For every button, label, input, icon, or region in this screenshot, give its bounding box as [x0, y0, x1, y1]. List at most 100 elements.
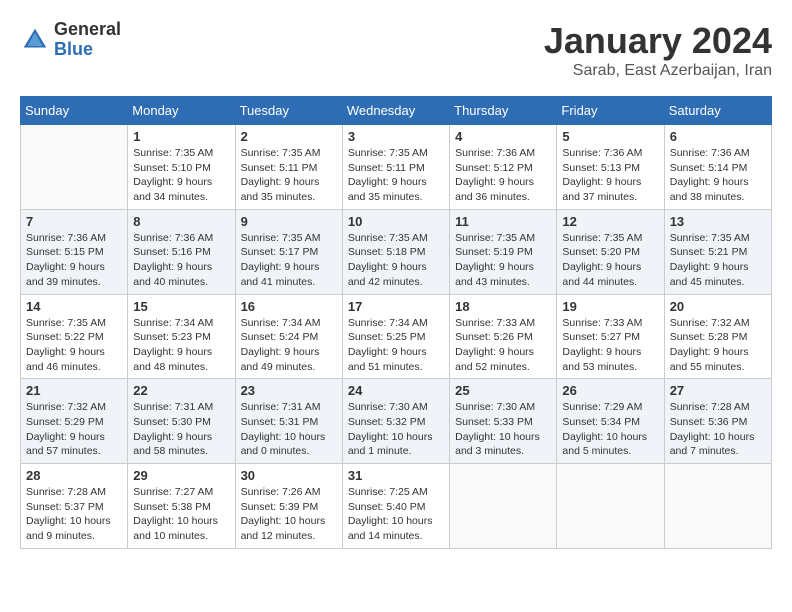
day-info: Sunrise: 7:36 AM Sunset: 5:13 PM Dayligh… [562, 146, 658, 205]
day-info: Sunrise: 7:33 AM Sunset: 5:26 PM Dayligh… [455, 316, 551, 375]
title-section: January 2024 Sarab, East Azerbaijan, Ira… [544, 20, 772, 80]
table-row: 12 Sunrise: 7:35 AM Sunset: 5:20 PM Dayl… [557, 209, 664, 294]
calendar-week-row: 7 Sunrise: 7:36 AM Sunset: 5:15 PM Dayli… [21, 209, 772, 294]
table-row: 2 Sunrise: 7:35 AM Sunset: 5:11 PM Dayli… [235, 125, 342, 210]
table-row: 19 Sunrise: 7:33 AM Sunset: 5:27 PM Dayl… [557, 294, 664, 379]
table-row: 31 Sunrise: 7:25 AM Sunset: 5:40 PM Dayl… [342, 464, 449, 549]
day-info: Sunrise: 7:30 AM Sunset: 5:32 PM Dayligh… [348, 400, 444, 459]
calendar-table: Sunday Monday Tuesday Wednesday Thursday… [20, 96, 772, 549]
table-row: 25 Sunrise: 7:30 AM Sunset: 5:33 PM Dayl… [450, 379, 557, 464]
day-number: 31 [348, 468, 444, 483]
day-number: 25 [455, 383, 551, 398]
logo-blue: Blue [54, 40, 121, 60]
day-info: Sunrise: 7:26 AM Sunset: 5:39 PM Dayligh… [241, 485, 337, 544]
day-number: 28 [26, 468, 122, 483]
day-number: 1 [133, 129, 229, 144]
table-row: 24 Sunrise: 7:30 AM Sunset: 5:32 PM Dayl… [342, 379, 449, 464]
day-info: Sunrise: 7:35 AM Sunset: 5:20 PM Dayligh… [562, 231, 658, 290]
day-info: Sunrise: 7:33 AM Sunset: 5:27 PM Dayligh… [562, 316, 658, 375]
calendar-header-row: Sunday Monday Tuesday Wednesday Thursday… [21, 97, 772, 125]
calendar-week-row: 28 Sunrise: 7:28 AM Sunset: 5:37 PM Dayl… [21, 464, 772, 549]
table-row [21, 125, 128, 210]
day-number: 12 [562, 214, 658, 229]
table-row: 5 Sunrise: 7:36 AM Sunset: 5:13 PM Dayli… [557, 125, 664, 210]
day-number: 21 [26, 383, 122, 398]
table-row: 15 Sunrise: 7:34 AM Sunset: 5:23 PM Dayl… [128, 294, 235, 379]
day-number: 29 [133, 468, 229, 483]
table-row: 7 Sunrise: 7:36 AM Sunset: 5:15 PM Dayli… [21, 209, 128, 294]
day-info: Sunrise: 7:29 AM Sunset: 5:34 PM Dayligh… [562, 400, 658, 459]
day-number: 18 [455, 299, 551, 314]
table-row: 16 Sunrise: 7:34 AM Sunset: 5:24 PM Dayl… [235, 294, 342, 379]
day-number: 27 [670, 383, 766, 398]
day-number: 8 [133, 214, 229, 229]
col-saturday: Saturday [664, 97, 771, 125]
calendar-week-row: 21 Sunrise: 7:32 AM Sunset: 5:29 PM Dayl… [21, 379, 772, 464]
table-row: 13 Sunrise: 7:35 AM Sunset: 5:21 PM Dayl… [664, 209, 771, 294]
col-wednesday: Wednesday [342, 97, 449, 125]
table-row: 29 Sunrise: 7:27 AM Sunset: 5:38 PM Dayl… [128, 464, 235, 549]
day-info: Sunrise: 7:35 AM Sunset: 5:17 PM Dayligh… [241, 231, 337, 290]
day-number: 5 [562, 129, 658, 144]
day-info: Sunrise: 7:35 AM Sunset: 5:19 PM Dayligh… [455, 231, 551, 290]
day-number: 23 [241, 383, 337, 398]
day-number: 6 [670, 129, 766, 144]
table-row: 27 Sunrise: 7:28 AM Sunset: 5:36 PM Dayl… [664, 379, 771, 464]
table-row: 20 Sunrise: 7:32 AM Sunset: 5:28 PM Dayl… [664, 294, 771, 379]
day-number: 4 [455, 129, 551, 144]
table-row: 6 Sunrise: 7:36 AM Sunset: 5:14 PM Dayli… [664, 125, 771, 210]
day-number: 15 [133, 299, 229, 314]
day-info: Sunrise: 7:35 AM Sunset: 5:10 PM Dayligh… [133, 146, 229, 205]
table-row: 26 Sunrise: 7:29 AM Sunset: 5:34 PM Dayl… [557, 379, 664, 464]
day-info: Sunrise: 7:32 AM Sunset: 5:28 PM Dayligh… [670, 316, 766, 375]
day-number: 30 [241, 468, 337, 483]
day-number: 14 [26, 299, 122, 314]
day-number: 10 [348, 214, 444, 229]
table-row: 22 Sunrise: 7:31 AM Sunset: 5:30 PM Dayl… [128, 379, 235, 464]
day-info: Sunrise: 7:34 AM Sunset: 5:23 PM Dayligh… [133, 316, 229, 375]
day-info: Sunrise: 7:36 AM Sunset: 5:12 PM Dayligh… [455, 146, 551, 205]
table-row [557, 464, 664, 549]
day-info: Sunrise: 7:35 AM Sunset: 5:18 PM Dayligh… [348, 231, 444, 290]
day-info: Sunrise: 7:34 AM Sunset: 5:25 PM Dayligh… [348, 316, 444, 375]
logo-text: General Blue [54, 20, 121, 60]
day-number: 24 [348, 383, 444, 398]
table-row: 8 Sunrise: 7:36 AM Sunset: 5:16 PM Dayli… [128, 209, 235, 294]
table-row: 1 Sunrise: 7:35 AM Sunset: 5:10 PM Dayli… [128, 125, 235, 210]
day-info: Sunrise: 7:31 AM Sunset: 5:30 PM Dayligh… [133, 400, 229, 459]
table-row: 4 Sunrise: 7:36 AM Sunset: 5:12 PM Dayli… [450, 125, 557, 210]
day-number: 9 [241, 214, 337, 229]
calendar-week-row: 1 Sunrise: 7:35 AM Sunset: 5:10 PM Dayli… [21, 125, 772, 210]
table-row: 17 Sunrise: 7:34 AM Sunset: 5:25 PM Dayl… [342, 294, 449, 379]
table-row: 11 Sunrise: 7:35 AM Sunset: 5:19 PM Dayl… [450, 209, 557, 294]
location: Sarab, East Azerbaijan, Iran [544, 62, 772, 80]
col-sunday: Sunday [21, 97, 128, 125]
table-row [664, 464, 771, 549]
table-row: 10 Sunrise: 7:35 AM Sunset: 5:18 PM Dayl… [342, 209, 449, 294]
col-monday: Monday [128, 97, 235, 125]
day-number: 13 [670, 214, 766, 229]
table-row: 14 Sunrise: 7:35 AM Sunset: 5:22 PM Dayl… [21, 294, 128, 379]
table-row: 3 Sunrise: 7:35 AM Sunset: 5:11 PM Dayli… [342, 125, 449, 210]
day-number: 22 [133, 383, 229, 398]
day-info: Sunrise: 7:30 AM Sunset: 5:33 PM Dayligh… [455, 400, 551, 459]
logo: General Blue [20, 20, 121, 60]
day-info: Sunrise: 7:34 AM Sunset: 5:24 PM Dayligh… [241, 316, 337, 375]
month-title: January 2024 [544, 20, 772, 62]
day-info: Sunrise: 7:35 AM Sunset: 5:11 PM Dayligh… [241, 146, 337, 205]
logo-icon [20, 25, 50, 55]
table-row: 23 Sunrise: 7:31 AM Sunset: 5:31 PM Dayl… [235, 379, 342, 464]
day-info: Sunrise: 7:35 AM Sunset: 5:11 PM Dayligh… [348, 146, 444, 205]
col-tuesday: Tuesday [235, 97, 342, 125]
page-header: General Blue January 2024 Sarab, East Az… [20, 20, 772, 80]
table-row: 28 Sunrise: 7:28 AM Sunset: 5:37 PM Dayl… [21, 464, 128, 549]
day-info: Sunrise: 7:35 AM Sunset: 5:22 PM Dayligh… [26, 316, 122, 375]
table-row: 9 Sunrise: 7:35 AM Sunset: 5:17 PM Dayli… [235, 209, 342, 294]
col-friday: Friday [557, 97, 664, 125]
day-number: 16 [241, 299, 337, 314]
day-info: Sunrise: 7:28 AM Sunset: 5:37 PM Dayligh… [26, 485, 122, 544]
day-number: 2 [241, 129, 337, 144]
day-info: Sunrise: 7:27 AM Sunset: 5:38 PM Dayligh… [133, 485, 229, 544]
day-info: Sunrise: 7:35 AM Sunset: 5:21 PM Dayligh… [670, 231, 766, 290]
table-row: 30 Sunrise: 7:26 AM Sunset: 5:39 PM Dayl… [235, 464, 342, 549]
